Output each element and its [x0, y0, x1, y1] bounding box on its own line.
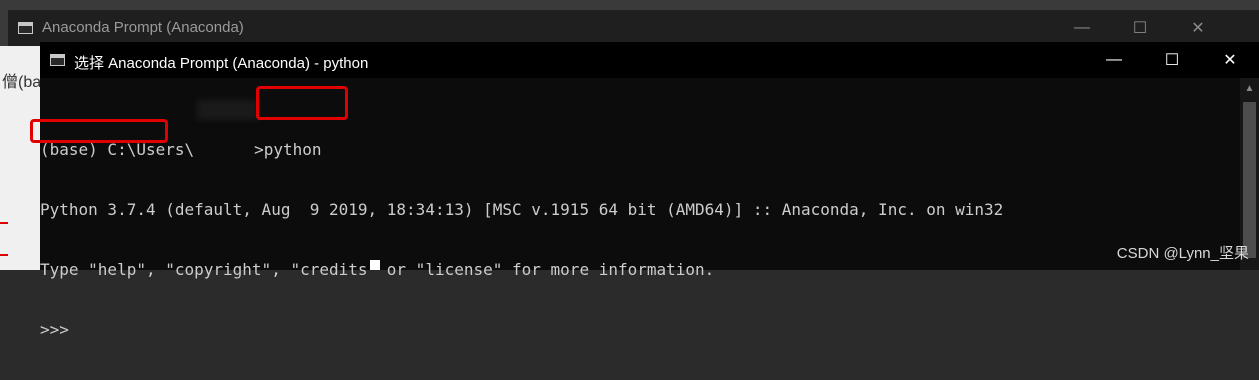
- front-window-title: 选择 Anaconda Prompt (Anaconda) - python: [74, 55, 369, 72]
- back-minimize-button[interactable]: —: [1068, 14, 1096, 42]
- partial-highlight-marker: [0, 222, 8, 256]
- info-line: Type "help", "copyright", "credits" or "…: [40, 260, 715, 279]
- redacted-username: [197, 100, 259, 120]
- close-button[interactable]: ✕: [1216, 46, 1244, 74]
- back-close-button[interactable]: ✕: [1184, 14, 1212, 42]
- python-command: >python: [254, 140, 322, 159]
- back-window-title: Anaconda Prompt (Anaconda): [42, 19, 244, 36]
- back-window-titlebar[interactable]: Anaconda Prompt (Anaconda) — ☐ ✕: [8, 10, 1259, 46]
- version-line: Python 3.7.4 (default, Aug 9 2019, 18:34…: [40, 200, 1238, 220]
- front-window-titlebar[interactable]: 选择 Anaconda Prompt (Anaconda) - python —…: [40, 42, 1259, 78]
- console-output[interactable]: (base) C:\Users\ >python Python 3.7.4 (de…: [40, 100, 1238, 380]
- python-version: Python 3.7.4: [40, 200, 156, 219]
- prompt-line: (base) C:\Users\ >python: [40, 140, 1238, 160]
- python-command-highlight: [256, 86, 348, 120]
- scroll-thumb[interactable]: [1243, 102, 1256, 258]
- scroll-up-arrow-icon[interactable]: ▲: [1240, 78, 1259, 98]
- version-details: (default, Aug 9 2019, 18:34:13) [MSC v.1…: [155, 200, 1004, 219]
- back-window-partial-text: 僧(ba: [2, 74, 42, 91]
- terminal-icon: [50, 54, 65, 66]
- anaconda-prompt-window: 选择 Anaconda Prompt (Anaconda) - python —…: [40, 42, 1259, 339]
- text-cursor: [370, 260, 380, 270]
- back-maximize-button[interactable]: ☐: [1126, 14, 1154, 42]
- repl-prompt: >>>: [40, 320, 69, 339]
- python-version-highlight: [30, 119, 168, 143]
- terminal-icon: [18, 22, 33, 34]
- watermark: CSDN @Lynn_坚果: [1116, 245, 1249, 262]
- minimize-button[interactable]: —: [1100, 46, 1128, 74]
- maximize-button[interactable]: ☐: [1158, 46, 1186, 74]
